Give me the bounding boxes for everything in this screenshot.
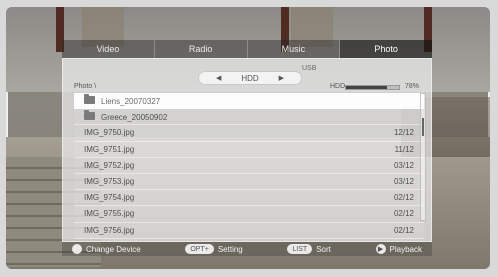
- item-name: Greece_20050902: [84, 109, 374, 122]
- item-date: 12/12: [393, 128, 414, 138]
- list-key-icon: LIST: [287, 244, 313, 254]
- prev-arrow-icon[interactable]: ◀: [216, 74, 221, 82]
- color-button-icon: [72, 244, 82, 254]
- item-name: IMG_9752.jpg: [84, 161, 374, 170]
- hint-playback[interactable]: ▶ Playback: [375, 244, 422, 254]
- file-list: Liens_20070327 Greece_20050902 IMG_9750.jp…: [74, 93, 424, 239]
- device-selector[interactable]: ◀ HDD ▶: [198, 71, 302, 85]
- folder-icon: [84, 93, 95, 104]
- item-name-text: IMG_9754.jpg: [84, 193, 135, 203]
- folder-row[interactable]: Liens_20070327: [74, 93, 424, 110]
- device-selected: HDD: [241, 73, 259, 83]
- footer-hints: Change Device OPT+ Setting LIST Sort ▶ P…: [62, 242, 432, 256]
- file-row[interactable]: IMG_9755.jpg 02/12: [74, 206, 424, 223]
- file-row[interactable]: IMG_9756.jpg 02/12: [74, 222, 424, 239]
- device-alt-label: USB: [302, 65, 317, 72]
- item-name: IMG_9750.jpg: [84, 128, 374, 137]
- item-date: 03/12: [393, 177, 414, 187]
- file-row[interactable]: IMG_9752.jpg 03/12: [74, 157, 424, 174]
- item-name: Liens_20070327: [84, 93, 374, 106]
- scrollbar[interactable]: [420, 93, 426, 221]
- file-row[interactable]: IMG_9753.jpg 03/12: [74, 173, 424, 191]
- hint-setting[interactable]: OPT+ Setting: [185, 244, 243, 254]
- item-name-text: IMG_9751.jpg: [84, 144, 135, 154]
- tab-video[interactable]: Video: [62, 40, 155, 58]
- item-name-text: IMG_9752.jpg: [84, 160, 135, 170]
- item-name-text: Greece_20050902: [101, 112, 168, 122]
- item-name: IMG_9755.jpg: [84, 209, 374, 218]
- item-name: IMG_9751.jpg: [84, 145, 374, 154]
- breadcrumb: Photo \: [74, 83, 97, 90]
- folder-icon: [84, 109, 95, 120]
- item-name-text: IMG_9755.jpg: [84, 209, 135, 219]
- hint-change-device[interactable]: Change Device: [72, 244, 141, 254]
- opt-key-icon: OPT+: [185, 244, 214, 254]
- item-date: 02/12: [393, 225, 414, 235]
- play-icon: ▶: [375, 244, 386, 254]
- tab-music[interactable]: Music: [247, 40, 341, 58]
- hint-setting-label: Setting: [217, 244, 243, 254]
- folder-row[interactable]: Greece_20050902: [74, 109, 424, 126]
- item-name-text: IMG_9750.jpg: [84, 128, 135, 138]
- storage-bar: [345, 85, 400, 90]
- hint-sort[interactable]: LIST Sort: [287, 244, 331, 254]
- storage-bar-fill: [346, 86, 388, 89]
- next-arrow-icon[interactable]: ▶: [279, 74, 284, 82]
- hint-change-device-label: Change Device: [86, 244, 141, 254]
- item-date: 03/12: [393, 160, 414, 170]
- item-date: 11/12: [394, 144, 414, 154]
- hint-playback-label: Playback: [389, 244, 422, 254]
- tab-photo[interactable]: Photo: [340, 40, 432, 58]
- item-date: 02/12: [393, 193, 414, 203]
- storage-label: HDD: [330, 83, 346, 90]
- file-row[interactable]: IMG_9750.jpg 12/12: [74, 125, 424, 142]
- item-name-text: IMG_9753.jpg: [84, 177, 135, 187]
- file-row[interactable]: IMG_9751.jpg 11/12: [74, 141, 424, 158]
- item-name-text: Liens_20070327: [101, 96, 161, 106]
- hint-sort-label: Sort: [316, 244, 331, 254]
- item-name-text: IMG_9756.jpg: [84, 225, 135, 235]
- storage-percent: 78%: [405, 83, 420, 90]
- item-name: IMG_9754.jpg: [84, 193, 374, 202]
- item-name: IMG_9753.jpg: [84, 177, 374, 186]
- item-name: IMG_9756.jpg: [84, 226, 374, 235]
- item-date: 02/12: [393, 209, 414, 219]
- scrollbar-thumb[interactable]: [422, 118, 424, 136]
- tab-radio[interactable]: Radio: [154, 40, 248, 58]
- media-tabs: Video Radio Music Photo: [62, 40, 432, 58]
- file-row[interactable]: IMG_9754.jpg 02/12: [74, 190, 424, 207]
